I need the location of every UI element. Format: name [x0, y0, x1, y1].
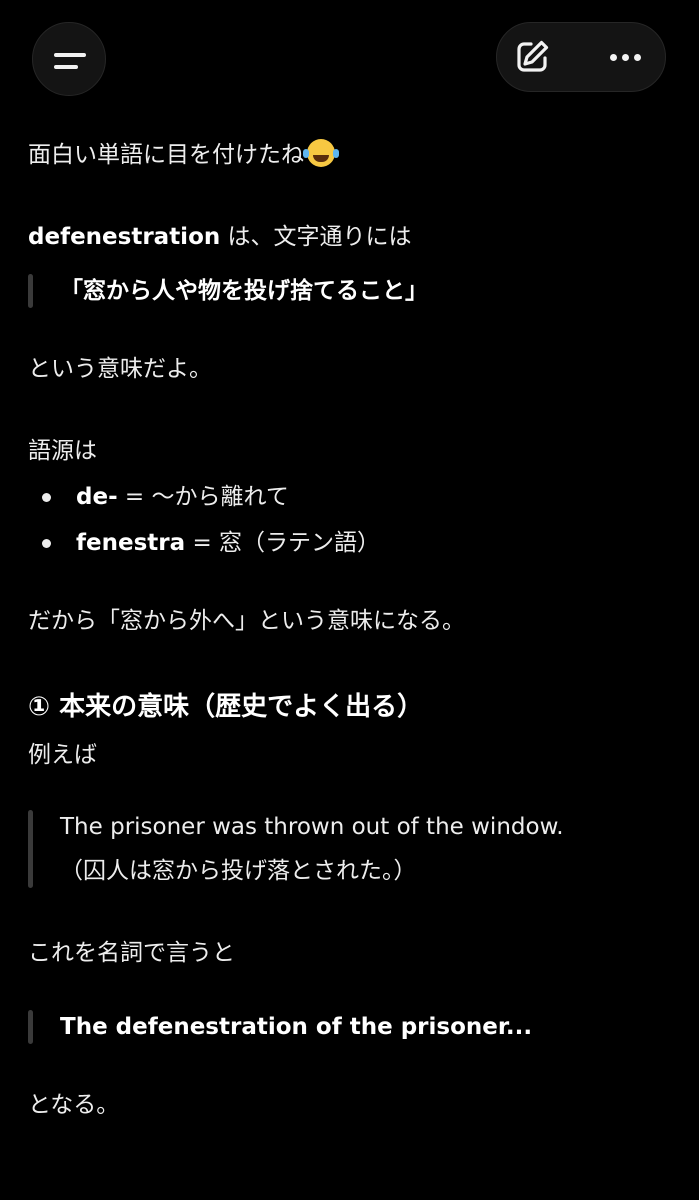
- noun-label: これを名詞で言うと: [28, 940, 235, 966]
- list-item: de- = 〜から離れて: [28, 480, 668, 514]
- more-options-icon-dot: [622, 54, 629, 61]
- menu-icon: [54, 53, 86, 57]
- conclusion-text: だから「窓から外へ」という意味になる。: [28, 608, 465, 634]
- top-bar: [0, 0, 699, 110]
- menu-icon-bar: [54, 65, 78, 69]
- example-japanese: （囚人は窓から投げ落とされた。）: [60, 858, 417, 884]
- definition-line: defenestration は、文字通りには: [28, 220, 668, 254]
- more-options-icon: [610, 54, 617, 61]
- definition-quote-text: 「窓から人や物を投げ捨てること」: [60, 278, 428, 304]
- section-heading: ① 本来の意味（歴史でよく出る）: [28, 692, 424, 722]
- etymology-meaning: = 〜から離れて: [117, 484, 289, 510]
- definition-meaning: という意味だよ。: [28, 356, 212, 382]
- menu-button[interactable]: [32, 22, 106, 96]
- noun-example: The defenestration of the prisoner...: [60, 1014, 533, 1040]
- face-with-tears-of-joy-emoji: [303, 139, 335, 167]
- intro-line: 面白い単語に目を付けたね: [28, 142, 304, 168]
- list-item: fenestra = 窓（ラテン語）: [28, 526, 668, 560]
- noun-quote: The defenestration of the prisoner...: [28, 1010, 668, 1044]
- etymology-meaning: = 窓（ラテン語）: [185, 530, 381, 556]
- etymology-term: de-: [76, 484, 118, 510]
- becomes-text: となる。: [28, 1092, 120, 1118]
- definition-quote: 「窓から人や物を投げ捨てること」: [28, 274, 668, 308]
- example-quote: The prisoner was thrown out of the windo…: [28, 810, 668, 888]
- new-chat-button[interactable]: [497, 23, 582, 91]
- etymology-list: de- = 〜から離れて fenestra = 窓（ラテン語）: [28, 480, 668, 560]
- example-label: 例えば: [28, 742, 97, 768]
- etymology-label: 語源は: [28, 438, 97, 464]
- assistant-message: 面白い単語に目を付けたね defenestration は、文字通りには 「窓か…: [28, 130, 668, 1122]
- intro-text: 面白い単語に目を付けたね: [28, 138, 668, 172]
- definition-rest: は、文字通りには: [220, 224, 412, 250]
- more-options-icon-dot: [634, 54, 641, 61]
- definition-word: defenestration: [28, 224, 221, 250]
- more-options-button[interactable]: [582, 23, 667, 91]
- etymology-term: fenestra: [76, 530, 186, 556]
- new-chat-edit-icon: [517, 40, 549, 72]
- header-actions: [496, 22, 666, 92]
- example-english: The prisoner was thrown out of the windo…: [60, 814, 564, 840]
